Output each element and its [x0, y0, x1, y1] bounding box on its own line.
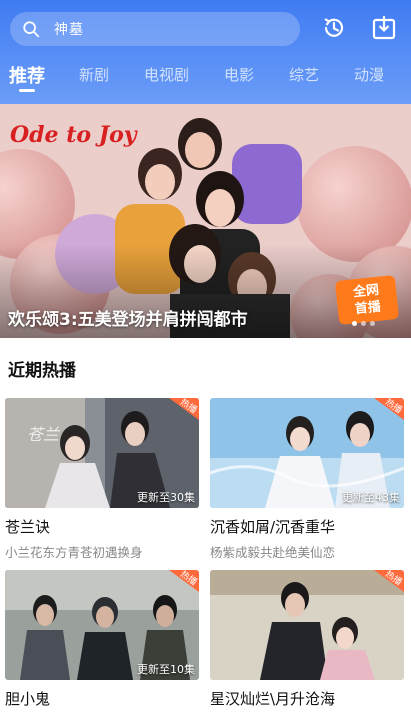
search-icon	[23, 21, 40, 38]
category-tabs: 推荐 新剧 电视剧 电影 综艺 动漫	[0, 62, 411, 98]
top-header: 神墓 推荐 新剧 电视剧 电影 综艺 动漫	[0, 0, 411, 104]
hot-tag: 热播	[374, 570, 404, 592]
drama-card[interactable]: 热播 星汉灿烂\月升沧海	[210, 570, 404, 709]
tab-recommend[interactable]: 推荐	[9, 62, 45, 88]
drama-card[interactable]: 热播 更新至10集 胆小鬼	[5, 570, 199, 709]
download-button[interactable]	[368, 12, 400, 44]
tab-variety[interactable]: 综艺	[289, 64, 319, 85]
episode-update: 更新至30集	[137, 491, 195, 504]
episode-update: 更新至10集	[137, 663, 195, 676]
card-title: 沉香如屑/沉香重华	[210, 518, 336, 536]
hero-banner[interactable]: Ode to Joy 全网 首播 欢乐颂3:五美登场并肩拼闯都市	[0, 104, 411, 338]
hot-tag: 热播	[374, 398, 404, 420]
drama-card[interactable]: 热播 更新至43集 沉香如屑/沉香重华 杨紫成毅共赴绝美仙恋	[210, 398, 404, 561]
hot-tag: 热播	[169, 398, 199, 420]
svg-text:苍兰: 苍兰	[27, 425, 60, 444]
banner-caption: 欢乐颂3:五美登场并肩拼闯都市	[8, 310, 248, 330]
tab-tv-series[interactable]: 电视剧	[144, 64, 189, 85]
active-tab-indicator	[19, 89, 35, 92]
card-thumbnail: 热播	[210, 570, 404, 680]
card-subtitle: 杨紫成毅共赴绝美仙恋	[210, 545, 336, 560]
search-text: 神墓	[54, 22, 84, 38]
carousel-dot	[361, 321, 366, 326]
download-icon	[372, 15, 396, 40]
card-title: 苍兰诀	[5, 518, 51, 536]
banner-logo: Ode to Joy	[10, 122, 137, 148]
carousel-dots	[352, 321, 375, 326]
drama-card[interactable]: 苍兰 热播 更新至30集 苍兰诀 小兰花东方青苍初遇换身	[5, 398, 199, 561]
card-thumbnail: 苍兰 热播 更新至30集	[5, 398, 199, 508]
history-button[interactable]	[318, 12, 350, 44]
card-thumbnail: 热播 更新至43集	[210, 398, 404, 508]
search-bar[interactable]: 神墓	[10, 12, 300, 46]
section-title: 近期热播	[8, 361, 76, 381]
carousel-dot	[370, 321, 375, 326]
hot-tag-label: 热播	[177, 570, 199, 588]
tab-anime[interactable]: 动漫	[354, 64, 384, 85]
premiere-badge: 全网 首播	[334, 274, 400, 326]
hot-tag-label: 热播	[382, 570, 404, 588]
episode-update: 更新至43集	[342, 491, 400, 504]
carousel-dot	[352, 321, 357, 326]
hot-tag: 热播	[169, 570, 199, 592]
card-subtitle: 小兰花东方青苍初遇换身	[5, 545, 143, 560]
tab-new-drama[interactable]: 新剧	[79, 64, 109, 85]
hot-tag-label: 热播	[382, 398, 404, 416]
badge-line-2: 首播	[354, 299, 382, 318]
card-title: 星汉灿烂\月升沧海	[210, 690, 336, 708]
tab-movies[interactable]: 电影	[224, 64, 254, 85]
card-thumbnail: 热播 更新至10集	[5, 570, 199, 680]
history-icon	[324, 18, 344, 37]
hot-tag-label: 热播	[177, 398, 199, 416]
card-title: 胆小鬼	[5, 690, 51, 708]
